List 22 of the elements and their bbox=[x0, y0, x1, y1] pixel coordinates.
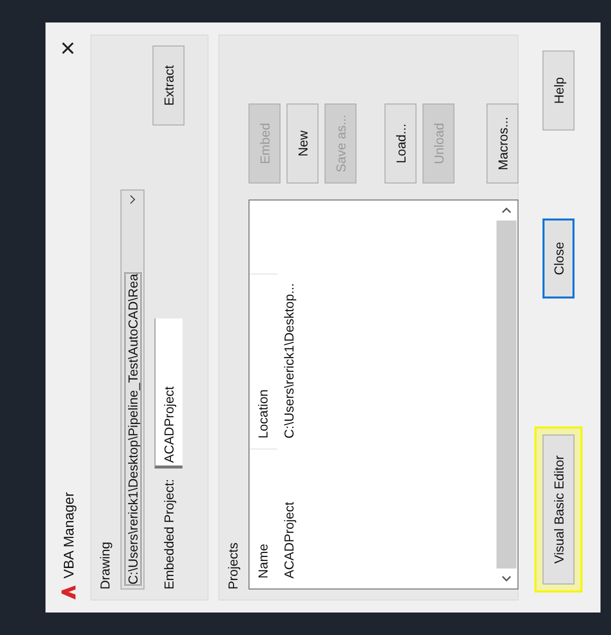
logo-icon bbox=[60, 584, 76, 600]
window-title: VBA Manager bbox=[60, 491, 76, 578]
group-label: Drawing bbox=[97, 540, 112, 590]
footer-button[interactable]: Close bbox=[542, 218, 574, 298]
list-entry[interactable]: C:\Users\rerick1\Desktop... bbox=[277, 273, 305, 448]
scrollbar-thumb[interactable] bbox=[496, 220, 516, 568]
list-entry[interactable]: ACADProject bbox=[277, 448, 305, 588]
project-button[interactable]: Macros... bbox=[486, 104, 518, 184]
column-header[interactable]: Name bbox=[249, 448, 277, 588]
close-button[interactable]: × bbox=[52, 34, 83, 62]
project-button[interactable]: Load... bbox=[384, 104, 416, 184]
column-header[interactable]: Location bbox=[249, 273, 277, 448]
caret-icon bbox=[128, 194, 136, 204]
project-button[interactable]: New bbox=[286, 104, 318, 184]
projects-list[interactable]: Name ACADProject Location C:\Users\rerick1\Desktop... bbox=[248, 200, 518, 590]
group-label: Projects bbox=[225, 542, 240, 590]
footer-button[interactable]: Visual Basic Editor bbox=[542, 434, 574, 584]
field-label: Embedded Project: bbox=[160, 478, 176, 590]
extract-button[interactable]: Extract bbox=[152, 46, 184, 126]
footer-button[interactable]: Help bbox=[542, 50, 574, 130]
embedded-project-field[interactable]: ACADProject bbox=[154, 318, 182, 469]
drawing-dropdown[interactable]: C:\Users\rerick1\Desktop\Pipeline_Test\AutoCAD\Rea bbox=[120, 190, 144, 590]
